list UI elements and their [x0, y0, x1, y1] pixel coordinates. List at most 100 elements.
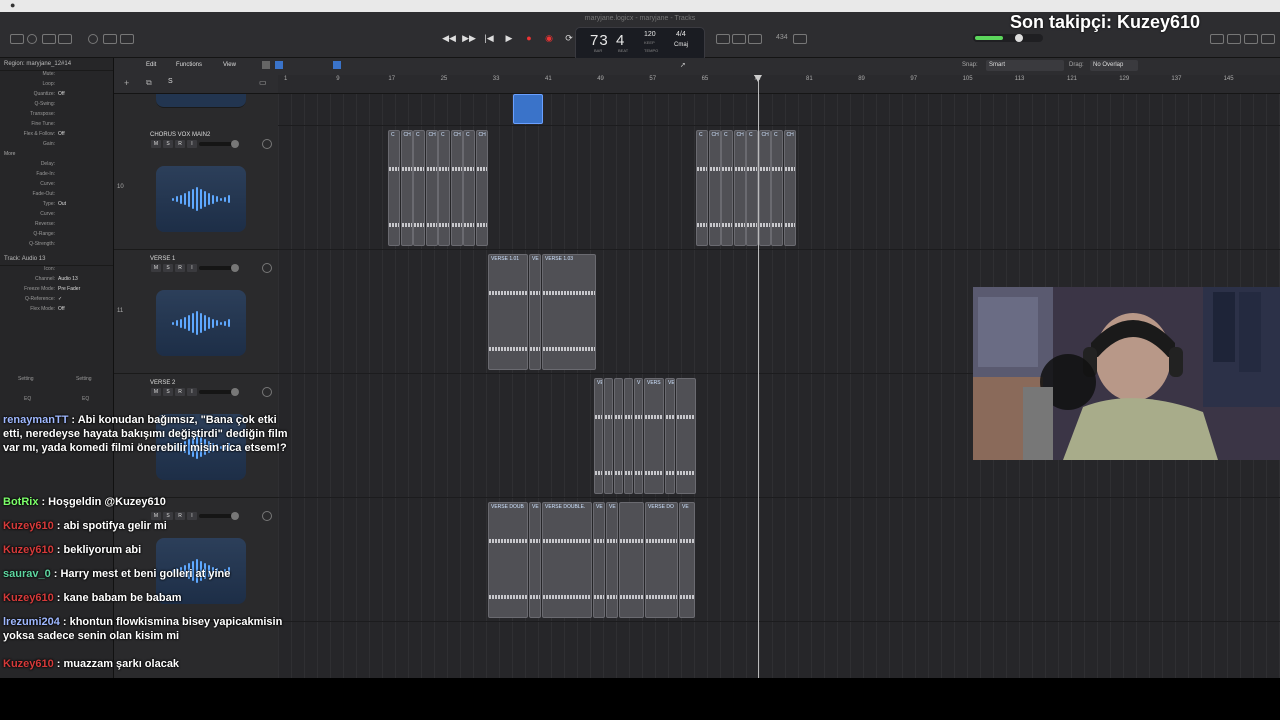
add-track-icon[interactable]: +: [124, 78, 129, 88]
solo-button[interactable]: S: [163, 388, 173, 396]
audio-region[interactable]: VERSE DO: [645, 502, 678, 618]
more-row[interactable]: Delay:: [0, 161, 113, 171]
audio-region[interactable]: CH: [425, 130, 438, 246]
audio-region[interactable]: C: [721, 130, 733, 246]
grid-view-icon[interactable]: [262, 61, 270, 69]
help-icon[interactable]: [27, 34, 37, 44]
toolbar-icon[interactable]: [42, 34, 56, 44]
region-row[interactable]: Fine Tune:: [0, 121, 113, 131]
functions-menu[interactable]: Functions: [176, 62, 202, 68]
list-view-icon[interactable]: [275, 61, 283, 69]
audio-region[interactable]: CH: [758, 130, 771, 246]
audio-region[interactable]: VERSE DOUB: [488, 502, 528, 618]
audio-region[interactable]: CH: [783, 130, 796, 246]
region-row[interactable]: Mute:: [0, 71, 113, 81]
record-enable-button[interactable]: R: [175, 388, 185, 396]
list-editors-icon[interactable]: [1210, 34, 1224, 44]
track-pan-knob[interactable]: [262, 139, 272, 149]
audio-region[interactable]: CH: [450, 130, 463, 246]
audio-region[interactable]: C: [746, 130, 758, 246]
track-volume-slider[interactable]: [199, 264, 239, 272]
record-enable-button[interactable]: R: [175, 140, 185, 148]
track-name[interactable]: CHORUS VOX MAIN2: [150, 132, 210, 138]
input-monitor-button[interactable]: I: [187, 140, 197, 148]
audio-region[interactable]: V: [634, 378, 643, 494]
audio-region[interactable]: VE: [593, 502, 605, 618]
mute-button[interactable]: M: [151, 264, 161, 272]
view-menu[interactable]: View: [223, 62, 236, 68]
audio-region[interactable]: VERSE 1.03: [542, 254, 596, 370]
mute-button[interactable]: M: [151, 140, 161, 148]
audio-region[interactable]: VE: [529, 254, 541, 370]
audio-region[interactable]: [604, 378, 613, 494]
track-inspector-header[interactable]: Track: Audio 13: [0, 253, 113, 266]
master-volume-slider[interactable]: [973, 34, 1043, 42]
editors-icon[interactable]: [103, 34, 117, 44]
chat-username[interactable]: BotRix: [3, 496, 38, 508]
global-solo-icon[interactable]: S: [168, 78, 173, 85]
audio-region[interactable]: VE: [606, 502, 618, 618]
browser-icon[interactable]: [1261, 34, 1275, 44]
more-row[interactable]: Reverse:: [0, 221, 113, 231]
audio-region[interactable]: VERSE DOUBLE.: [542, 502, 592, 618]
track-name[interactable]: VERSE 1: [150, 256, 175, 262]
track-name[interactable]: VERSE 2: [150, 380, 175, 386]
solo-button[interactable]: S: [163, 140, 173, 148]
mixer-icon[interactable]: [88, 34, 98, 44]
selected-region[interactable]: [513, 94, 543, 124]
audio-region[interactable]: VERS: [644, 378, 664, 494]
audio-region[interactable]: [614, 378, 623, 494]
region-row[interactable]: Flex & Follow: Off: [0, 131, 113, 141]
metronome-icon[interactable]: [748, 34, 762, 44]
catch-icon[interactable]: [333, 61, 341, 69]
play-button[interactable]: ▶: [502, 31, 516, 45]
chat-username[interactable]: Kuzey610: [3, 544, 54, 556]
smart-controls-icon[interactable]: [58, 34, 72, 44]
rewind-button[interactable]: ◀◀: [442, 31, 456, 45]
input-monitor-button[interactable]: I: [187, 264, 197, 272]
more-row[interactable]: Curve:: [0, 211, 113, 221]
track-volume-slider[interactable]: [199, 388, 239, 396]
more-row[interactable]: Fade-In:: [0, 171, 113, 181]
apple-icon[interactable]: ●: [10, 0, 15, 10]
setting-left-button[interactable]: Setting: [18, 376, 34, 382]
go-to-start-button[interactable]: |◀: [482, 31, 496, 45]
audio-region[interactable]: CH: [733, 130, 746, 246]
library-icon[interactable]: [10, 34, 24, 44]
tuner-icon[interactable]: [716, 34, 730, 44]
audio-region[interactable]: [619, 502, 644, 618]
playhead[interactable]: [754, 75, 762, 678]
track-pan-knob[interactable]: [262, 387, 272, 397]
lcd-key[interactable]: Cmaj: [674, 42, 688, 48]
track-row[interactable]: Freeze Mode: Pre Fader: [0, 286, 113, 296]
chat-username[interactable]: lrezumi204: [3, 616, 60, 628]
more-row[interactable]: Fade-Out:: [0, 191, 113, 201]
lcd-display[interactable]: 73 4 BAR BEAT 120 KEEP TEMPO 4/4 Cmaj: [575, 27, 705, 62]
forward-button[interactable]: ▶▶: [462, 31, 476, 45]
loop-browser-icon[interactable]: [1244, 34, 1258, 44]
lcd-tempo[interactable]: 120: [644, 31, 656, 38]
audio-region[interactable]: VE: [679, 502, 695, 618]
region-row[interactable]: Gain:: [0, 141, 113, 151]
solo-icon[interactable]: [793, 34, 807, 44]
audio-region[interactable]: VERSE 1.01: [488, 254, 528, 370]
more-section-header[interactable]: More: [0, 151, 113, 161]
chat-username[interactable]: Kuzey610: [3, 658, 54, 670]
audio-region[interactable]: C: [388, 130, 400, 246]
track-row[interactable]: Flex Mode: Off: [0, 306, 113, 316]
solo-button[interactable]: S: [163, 264, 173, 272]
audio-region[interactable]: VE: [665, 378, 675, 494]
audio-region[interactable]: CH: [400, 130, 413, 246]
eq-left-button[interactable]: EQ: [24, 396, 31, 402]
more-row[interactable]: Q-Range:: [0, 231, 113, 241]
audio-region[interactable]: C: [413, 130, 425, 246]
capture-record-button[interactable]: ◉: [542, 31, 556, 45]
drag-dropdown[interactable]: No Overlap: [1090, 60, 1138, 71]
lcd-time-signature[interactable]: 4/4: [676, 31, 686, 38]
region-row[interactable]: Loop:: [0, 81, 113, 91]
edit-menu[interactable]: Edit: [146, 62, 156, 68]
audio-region[interactable]: VE: [529, 502, 541, 618]
more-row[interactable]: Q-Strength:: [0, 241, 113, 251]
setting-right-button[interactable]: Setting: [76, 376, 92, 382]
chat-username[interactable]: Kuzey610: [3, 592, 54, 604]
